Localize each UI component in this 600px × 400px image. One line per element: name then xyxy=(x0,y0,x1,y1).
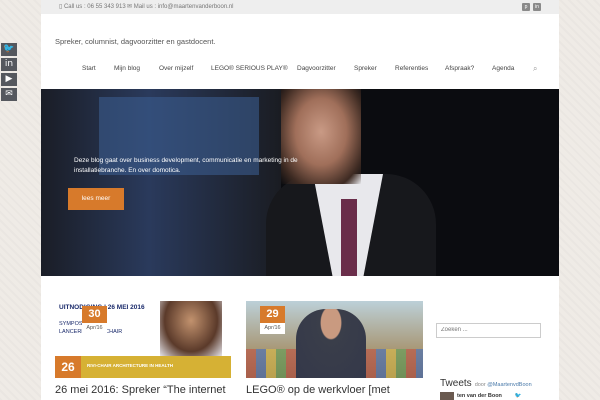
date-badge: 29 Apr/16 xyxy=(260,306,285,334)
date-month: Apr/16 xyxy=(260,323,285,334)
thumb-photo xyxy=(160,301,222,357)
tweets-handle-link[interactable]: @MaartenvdBoon xyxy=(487,382,531,388)
avatar xyxy=(440,392,454,400)
linkedin-icon[interactable]: in xyxy=(533,3,541,11)
mail-icon: ✉ xyxy=(127,4,134,10)
hero-text: Deze blog gaat over business development… xyxy=(74,157,298,174)
site-tagline: Spreker, columnist, dagvoorzitter en gas… xyxy=(55,37,216,46)
site-container: ▯ Call us : 06 55 343 913 ✉ Mail us : in… xyxy=(41,0,559,400)
post-card[interactable]: UITNODIGING | 26 MEI 2016 SYMPOSIUM LANC… xyxy=(55,301,231,400)
tweets-title: Tweets xyxy=(440,378,472,389)
main-nav: Start Mijn blog Over mijzelf LEGO® SERIO… xyxy=(41,64,559,75)
sidebar xyxy=(436,318,542,338)
tweets-by: door @MaartenvdBoon xyxy=(475,382,532,388)
mail-contact[interactable]: ✉ Mail us : info@maartenvanderboon.nl xyxy=(127,3,234,10)
date-day: 29 xyxy=(260,306,285,323)
nav-item-over[interactable]: Over mijzelf xyxy=(159,65,193,72)
nav-item-blog[interactable]: Mijn blog xyxy=(114,65,140,72)
date-month: Apr/16 xyxy=(82,323,107,334)
tweet-item: ten van der Boon 🐦 xyxy=(440,392,522,400)
strip-caption: RIVI-CHAIR ARCHITECTURE IN HEALTH xyxy=(87,363,173,368)
youtube-icon[interactable]: ▶ xyxy=(1,73,17,86)
search-input[interactable] xyxy=(436,322,541,338)
thumb-strip: 26 RIVI-CHAIR ARCHITECTURE IN HEALTH xyxy=(55,356,231,378)
nav-item-lego[interactable]: LEGO® SERIOUS PLAY® xyxy=(211,65,288,72)
linkedin-icon[interactable]: in xyxy=(1,58,17,71)
date-badge: 30 Apr/16 xyxy=(82,306,107,334)
top-social: p in xyxy=(522,3,541,11)
post-title[interactable]: LEGO® op de werkvloer [met xyxy=(246,384,390,396)
nav-item-agenda[interactable]: Agenda xyxy=(492,65,514,72)
date-day: 30 xyxy=(82,306,107,323)
top-bar: ▯ Call us : 06 55 343 913 ✉ Mail us : in… xyxy=(41,0,559,14)
hero-person-tie xyxy=(341,199,357,276)
nav-item-spreker[interactable]: Spreker xyxy=(354,65,377,72)
thumb-person xyxy=(296,309,366,378)
hero-slider: Deze blog gaat over business development… xyxy=(41,89,559,276)
phone-text: Call us : 06 55 343 913 xyxy=(63,4,126,10)
tweets-by-label: door xyxy=(474,382,486,388)
tweets-header: Tweets door @MaartenvdBoon xyxy=(440,373,532,391)
twitter-icon[interactable]: 🐦 xyxy=(1,43,17,56)
nav-item-dagvoorzitter[interactable]: Dagvoorzitter xyxy=(297,65,336,72)
nav-item-referenties[interactable]: Referenties xyxy=(395,65,428,72)
search-icon[interactable]: ⌕ xyxy=(533,64,537,74)
strip-number: 26 xyxy=(55,356,81,378)
mail-text: Mail us : info@maartenvanderboon.nl xyxy=(133,4,234,10)
lees-meer-button[interactable]: lees meer xyxy=(68,188,124,210)
nav-item-start[interactable]: Start xyxy=(82,65,96,72)
post-title[interactable]: 26 mei 2016: Spreker “The internet xyxy=(55,384,226,396)
post-card[interactable]: 29 Apr/16 LEGO® op de werkvloer [met xyxy=(246,301,423,400)
twitter-bird-icon: 🐦 xyxy=(514,393,522,399)
tweet-author[interactable]: ten van der Boon xyxy=(457,393,502,399)
pinterest-icon[interactable]: p xyxy=(522,3,530,11)
nav-item-afspraak[interactable]: Afspraak? xyxy=(445,65,474,72)
share-bar: 🐦 in ▶ ✉ xyxy=(1,43,17,103)
email-icon[interactable]: ✉ xyxy=(1,88,17,101)
phone-contact: ▯ Call us : 06 55 343 913 xyxy=(59,3,126,10)
